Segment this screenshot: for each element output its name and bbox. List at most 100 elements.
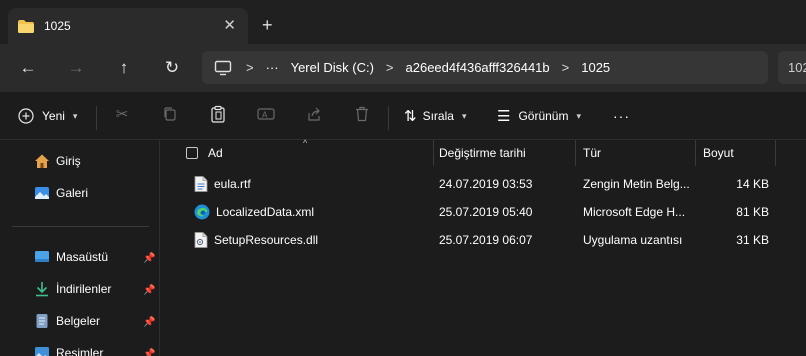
table-row[interactable]: eula.rtf 24.07.2019 03:53 Zengin Metin B… bbox=[161, 171, 806, 197]
command-bar: Yeni ▾ ✂ A ⇅ Sırala ▾ ☰ Görünüm ▾ ··· bbox=[0, 92, 806, 140]
file-name: LocalizedData.xml bbox=[216, 205, 315, 219]
file-name: eula.rtf bbox=[214, 177, 251, 191]
select-all-checkbox[interactable] bbox=[186, 147, 198, 159]
share-icon[interactable] bbox=[304, 104, 324, 124]
column-divider[interactable] bbox=[695, 140, 696, 166]
sort-button[interactable]: ⇅ Sırala ▾ bbox=[404, 104, 466, 128]
address-bar[interactable]: > ··· Yerel Disk (C:) > a26eed4f436afff3… bbox=[202, 51, 768, 84]
svg-text:A: A bbox=[262, 111, 268, 120]
file-name-cell: eula.rtf bbox=[194, 171, 429, 197]
view-button[interactable]: ☰ Görünüm ▾ bbox=[497, 104, 581, 128]
pin-icon[interactable]: 📌 bbox=[143, 317, 155, 328]
column-divider[interactable] bbox=[575, 140, 576, 166]
breadcrumb-local-disk[interactable]: Yerel Disk (C:) bbox=[291, 60, 374, 75]
search-text: 102 bbox=[788, 60, 806, 75]
sidebar-item-pictures[interactable]: Resimler bbox=[34, 343, 103, 356]
navigation-pane: Giriş Galeri Masaüstü 📌 İndirilenler 📌 B… bbox=[0, 140, 160, 356]
sidebar-divider bbox=[12, 226, 149, 227]
copy-icon[interactable] bbox=[160, 104, 180, 124]
column-header-type[interactable]: Tür bbox=[583, 140, 693, 166]
rename-icon[interactable]: A bbox=[256, 104, 276, 124]
folder-icon bbox=[18, 19, 34, 33]
rtf-file-icon bbox=[194, 176, 208, 192]
file-name-cell: SetupResources.dll bbox=[194, 227, 429, 253]
tab-1025[interactable]: 1025 ✕ bbox=[8, 8, 248, 44]
view-icon: ☰ bbox=[497, 108, 511, 125]
breadcrumb-current[interactable]: 1025 bbox=[581, 60, 610, 75]
sidebar-item-documents[interactable]: Belgeler bbox=[34, 311, 100, 331]
sidebar-item-gallery[interactable]: Galeri bbox=[34, 183, 88, 203]
file-date: 25.07.2019 06:07 bbox=[439, 233, 533, 247]
file-list: ^ Ad Değiştirme tarihi Tür Boyut eula.rt… bbox=[161, 138, 806, 356]
forward-button[interactable]: → bbox=[64, 56, 88, 80]
file-type: Zengin Metin Belg... bbox=[583, 177, 690, 191]
sort-label: Sırala bbox=[422, 109, 454, 123]
gallery-icon bbox=[34, 185, 50, 201]
search-input[interactable]: 102 bbox=[778, 51, 806, 84]
documents-icon bbox=[34, 313, 50, 329]
sidebar-item-home[interactable]: Giriş bbox=[34, 151, 81, 171]
column-divider[interactable] bbox=[775, 140, 776, 166]
file-name: SetupResources.dll bbox=[214, 233, 319, 247]
sidebar-item-label: Galeri bbox=[56, 186, 89, 200]
table-row[interactable]: LocalizedData.xml 25.07.2019 05:40 Micro… bbox=[161, 199, 806, 225]
file-date: 25.07.2019 05:40 bbox=[439, 205, 533, 219]
view-label: Görünüm bbox=[518, 109, 569, 123]
new-label: Yeni bbox=[42, 109, 65, 123]
pin-icon[interactable]: 📌 bbox=[143, 349, 155, 356]
breadcrumb-separator: > bbox=[246, 60, 254, 75]
plus-circle-icon bbox=[18, 108, 34, 124]
file-type: Microsoft Edge H... bbox=[583, 205, 686, 219]
chevron-down-icon: ▾ bbox=[576, 110, 582, 121]
navigation-bar: ← → ↑ ↻ > ··· Yerel Disk (C:) > a26eed4f… bbox=[0, 44, 806, 92]
toolbar-divider bbox=[96, 106, 97, 130]
file-date: 24.07.2019 03:53 bbox=[439, 177, 533, 191]
column-header-size[interactable]: Boyut bbox=[703, 140, 773, 166]
sidebar-item-label: İndirilenler bbox=[56, 282, 112, 296]
computer-icon bbox=[214, 60, 232, 76]
edge-file-icon bbox=[194, 204, 210, 220]
cut-icon[interactable]: ✂ bbox=[112, 104, 132, 124]
breadcrumb-separator[interactable]: > bbox=[562, 60, 570, 75]
new-tab-button[interactable]: + bbox=[262, 16, 273, 34]
file-size: 14 KB bbox=[736, 177, 769, 191]
refresh-button[interactable]: ↻ bbox=[160, 56, 184, 80]
home-icon bbox=[34, 153, 50, 169]
desktop-icon bbox=[34, 249, 50, 265]
column-divider[interactable] bbox=[433, 140, 434, 166]
pictures-icon bbox=[34, 345, 50, 356]
delete-icon[interactable] bbox=[352, 104, 372, 124]
pin-icon[interactable]: 📌 bbox=[143, 285, 155, 296]
file-size: 31 KB bbox=[736, 233, 769, 247]
breadcrumb-separator[interactable]: > bbox=[386, 60, 394, 75]
sidebar-item-desktop[interactable]: Masaüstü bbox=[34, 247, 108, 267]
sidebar-item-label: Giriş bbox=[56, 154, 81, 168]
sort-icon: ⇅ bbox=[404, 108, 417, 125]
sidebar-item-label: Belgeler bbox=[56, 314, 101, 328]
tab-label: 1025 bbox=[44, 19, 71, 33]
table-row[interactable]: SetupResources.dll 25.07.2019 06:07 Uygu… bbox=[161, 227, 806, 253]
pin-icon[interactable]: 📌 bbox=[143, 253, 155, 264]
download-icon bbox=[34, 281, 50, 297]
paste-icon[interactable] bbox=[208, 104, 228, 124]
more-options-button[interactable]: ··· bbox=[613, 104, 630, 128]
sidebar-item-downloads[interactable]: İndirilenler bbox=[34, 279, 111, 299]
toolbar-divider bbox=[388, 106, 389, 130]
new-button[interactable]: Yeni ▾ bbox=[18, 104, 77, 128]
sidebar-item-label: Resimler bbox=[56, 346, 104, 356]
chevron-down-icon: ▾ bbox=[72, 110, 78, 121]
title-bar: 1025 ✕ + bbox=[0, 0, 806, 44]
file-name-cell: LocalizedData.xml bbox=[194, 199, 429, 225]
breadcrumb-folder[interactable]: a26eed4f436afff326441b bbox=[406, 60, 550, 75]
breadcrumb-more[interactable]: ··· bbox=[266, 60, 279, 75]
dll-file-icon bbox=[194, 232, 208, 248]
sidebar-item-label: Masaüstü bbox=[56, 250, 109, 264]
close-tab-icon[interactable]: ✕ bbox=[223, 17, 236, 35]
column-header-name[interactable]: Ad bbox=[208, 140, 428, 166]
chevron-down-icon: ▾ bbox=[461, 110, 467, 121]
file-size: 81 KB bbox=[736, 205, 769, 219]
column-header-date[interactable]: Değiştirme tarihi bbox=[439, 140, 569, 166]
file-type: Uygulama uzantısı bbox=[583, 233, 683, 247]
up-button[interactable]: ↑ bbox=[112, 56, 136, 80]
back-button[interactable]: ← bbox=[16, 56, 40, 80]
